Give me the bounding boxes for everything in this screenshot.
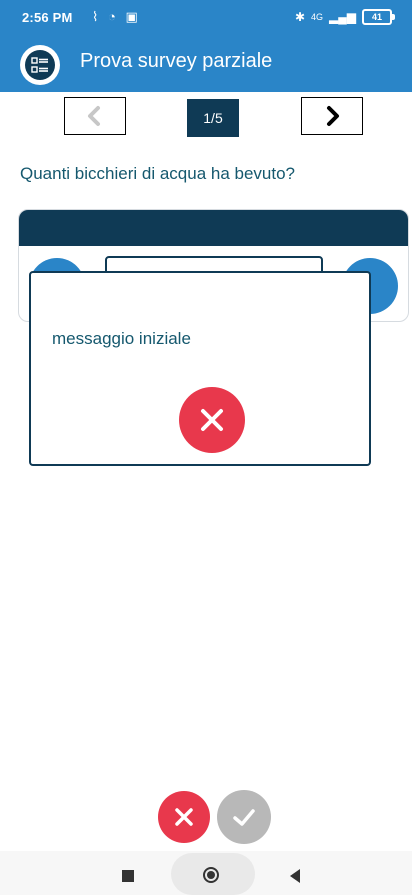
dialog-message: messaggio iniziale [52, 329, 191, 348]
app-title: Prova survey parziale [80, 50, 273, 72]
network-4g-icon: 4G [311, 12, 324, 22]
back-icon[interactable] [290, 869, 300, 883]
checklist-glyph [31, 57, 48, 73]
checklist-icon [20, 45, 60, 85]
page-indicator: 1/5 [187, 99, 239, 137]
confirm-button[interactable] [217, 790, 271, 844]
recent-apps-icon[interactable] [122, 870, 134, 882]
status-icons-right: ✱ 4G ▂▄▆ 41 [294, 9, 395, 25]
dialog-close-button[interactable] [179, 387, 245, 453]
status-time: 2:56 PM [22, 10, 73, 25]
previous-page-button[interactable] [64, 97, 126, 135]
notification-icon: ▣ [125, 9, 138, 24]
status-icons-left: ⌇ ◔ ▣ [92, 9, 138, 25]
bluetooth-icon: ✱ [294, 10, 306, 24]
alarm-icon: ◔ [107, 9, 116, 24]
wifi-off-icon: ⌇ [92, 9, 99, 24]
cancel-button[interactable] [158, 791, 210, 843]
check-icon [233, 809, 255, 826]
close-icon [201, 409, 223, 431]
status-bar: 2:56 PM ⌇ ◔ ▣ ✱ 4G ▂▄▆ 41 [0, 0, 412, 38]
battery-icon: 41 [362, 9, 395, 25]
chevron-right-icon [327, 106, 339, 126]
next-page-button[interactable] [301, 97, 363, 135]
home-icon[interactable] [203, 867, 219, 883]
battery-level: 41 [371, 12, 382, 22]
close-icon [175, 808, 193, 826]
chevron-left-icon [88, 106, 100, 126]
signal-icon: ▂▄▆ [329, 10, 356, 24]
message-dialog: messaggio iniziale [29, 271, 371, 466]
answer-card-header [19, 210, 408, 246]
question-text: Quanti bicchieri di acqua ha bevuto? [20, 164, 296, 183]
app-bar: Prova survey parziale [0, 38, 412, 92]
